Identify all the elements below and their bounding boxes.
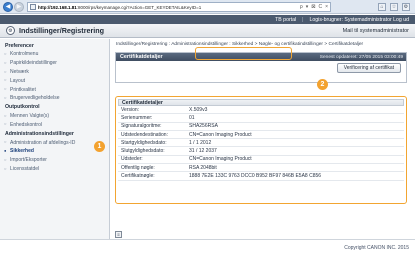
detail-value: 1888 7E2E 133C 9763 DCC0 B952 BF97 846B … bbox=[189, 173, 322, 180]
sidebar-item-printkvalitet[interactable]: Printkvalitet bbox=[0, 85, 109, 94]
sidebar-heading-outputkontrol[interactable]: Outputkontrol bbox=[0, 103, 109, 112]
home-icon[interactable]: ⌂ bbox=[378, 3, 386, 11]
compat-view-icon[interactable]: ⊠ bbox=[311, 4, 315, 10]
page-title: Indstillinger/Registrering bbox=[19, 26, 105, 35]
address-bar[interactable]: http://192.168.1.81:8000/rps/keymanage.c… bbox=[27, 2, 331, 12]
sidebar-item-sikkerhed[interactable]: Sikkerhed bbox=[0, 147, 109, 156]
detail-key: Udsteder: bbox=[121, 156, 143, 163]
certificate-details-box: Certifikatdetaljer Version: X.509v3 Seri… bbox=[115, 96, 407, 204]
stop-icon[interactable]: × bbox=[325, 4, 328, 10]
detail-value: X.509v3 bbox=[189, 106, 208, 113]
detail-value: CN=Canon Imaging Product bbox=[189, 131, 252, 138]
detail-value: 1 / 1 2012 bbox=[189, 139, 212, 146]
login-user-text[interactable]: Logis-brugner: Systemadministrator Log u… bbox=[310, 17, 409, 23]
title-bar: ⚙ Indstillinger/Registrering Mail til sy… bbox=[0, 24, 415, 38]
detail-row-issuer: Udsteder: CN=Canon Imaging Product bbox=[118, 156, 404, 165]
sidebar-heading-preferencer[interactable]: Preferencer bbox=[0, 41, 109, 50]
main-content: Indstillinger/Registrering : Administrat… bbox=[111, 39, 415, 239]
detail-row-version: Version: X.509v3 bbox=[118, 106, 404, 115]
sidebar-item-afdelings-id[interactable]: Administration af afdelings-ID bbox=[0, 138, 109, 147]
detail-row-start-date: Startgyldighedsdato: 1 / 1 2012 bbox=[118, 139, 404, 148]
sidebar-heading-administration[interactable]: Administrationsindstillinger bbox=[0, 129, 109, 138]
verify-certificate-button[interactable]: Verificering af certifikat bbox=[336, 63, 401, 73]
detail-key: Offentlig nøgle: bbox=[121, 164, 155, 171]
sidebar: Preferencer Kontrolmenu Papirkildeindsti… bbox=[0, 39, 110, 239]
panel-title: Certifikatdetaljer bbox=[120, 54, 163, 60]
detail-value: 01 bbox=[189, 114, 195, 121]
portal-bar: TB portal | Logis-brugner: Systemadminis… bbox=[0, 15, 415, 24]
sidebar-item-enhedskontrol[interactable]: Enhedskontrol bbox=[0, 120, 109, 129]
sidebar-item-netvaerk[interactable]: Netværk bbox=[0, 68, 109, 77]
sidebar-item-import-eksporter[interactable]: Import/Eksporter bbox=[0, 156, 109, 165]
detail-value: 31 / 12 2037 bbox=[189, 148, 217, 155]
settings-icon: ⚙ bbox=[6, 26, 15, 35]
detail-row-end-date: Slutgyldighedsdato: 31 / 12 2037 bbox=[118, 147, 404, 156]
footer: Copyright CANON INC. 2015 bbox=[0, 239, 415, 255]
detail-row-thumbprint: Certifikatnøgle: 1888 7E2E 133C 9763 DCC… bbox=[118, 172, 404, 181]
back-arrow-icon[interactable]: ◀ bbox=[3, 2, 13, 12]
callout-badge-1: 1 bbox=[94, 141, 105, 152]
detail-value: SHA256RSA bbox=[189, 123, 218, 130]
portal-link[interactable]: TB portal bbox=[275, 17, 296, 23]
detail-row-public-key: Offentlig nøgle: RSA 2048bit bbox=[118, 164, 404, 173]
browser-toolbar: ◀ ▶ http://192.168.1.81:8000/rps/keymana… bbox=[0, 0, 415, 14]
sidebar-item-brugervedligeholdelse[interactable]: Brugervedligeholdelse bbox=[0, 94, 109, 103]
detail-key: Startgyldighedsdato: bbox=[121, 139, 167, 146]
detail-key: Udstedendestination: bbox=[121, 131, 168, 138]
separator: | bbox=[302, 16, 304, 23]
details-title: Certifikatdetaljer bbox=[118, 99, 404, 106]
detail-row-serial: Serienummer: 01 bbox=[118, 114, 404, 123]
browser-icons: ⌂ ☆ ⚙ bbox=[333, 2, 413, 12]
detail-key: Certifikatnøgle: bbox=[121, 173, 155, 180]
mail-admin-link[interactable]: Mail til systemadministrator bbox=[343, 28, 409, 34]
detail-value: CN=Canon Imaging Product bbox=[189, 156, 252, 163]
sidebar-item-mennen-valgte[interactable]: Mennen Valgte(s) bbox=[0, 112, 109, 121]
detail-row-issued-to: Udstedendestination: CN=Canon Imaging Pr… bbox=[118, 131, 404, 140]
page-icon bbox=[30, 4, 36, 10]
sidebar-item-layout[interactable]: Layout bbox=[0, 76, 109, 85]
forward-arrow-icon[interactable]: ▶ bbox=[14, 2, 24, 12]
detail-key: Signaturalgoritme: bbox=[121, 123, 162, 130]
search-icon[interactable]: ρ bbox=[300, 4, 303, 10]
favorites-star-icon[interactable]: ☆ bbox=[390, 3, 398, 11]
detail-key: Version: bbox=[121, 106, 140, 113]
detail-value: RSA 2048bit bbox=[189, 164, 217, 171]
url-text: http://192.168.1.81:8000/rps/keymanage.c… bbox=[38, 4, 202, 10]
address-tools: ρ ▾ ⊠ C × bbox=[300, 4, 328, 10]
detail-key: Serienummer: bbox=[121, 114, 153, 121]
dropdown-icon[interactable]: ▾ bbox=[306, 4, 309, 10]
copyright-text: Copyright CANON INC. 2015 bbox=[344, 244, 409, 251]
sidebar-item-licensstatdel[interactable]: Licensstatdel bbox=[0, 165, 109, 174]
last-updated: Senest opdateret: 27/05 2015 03:00:49 bbox=[319, 54, 403, 60]
list-icon[interactable]: ≡ bbox=[115, 231, 122, 238]
gear-icon[interactable]: ⚙ bbox=[402, 3, 410, 11]
callout-badge-2: 2 bbox=[317, 79, 328, 90]
verify-button-highlight bbox=[195, 47, 292, 60]
sidebar-item-kontrolmenu[interactable]: Kontrolmenu bbox=[0, 50, 109, 59]
detail-row-signature: Signaturalgoritme: SHA256RSA bbox=[118, 123, 404, 131]
sidebar-item-papirkilde[interactable]: Papirkildeindstillinger bbox=[0, 59, 109, 68]
refresh-icon[interactable]: C bbox=[318, 4, 322, 10]
detail-key: Slutgyldighedsdato: bbox=[121, 148, 165, 155]
